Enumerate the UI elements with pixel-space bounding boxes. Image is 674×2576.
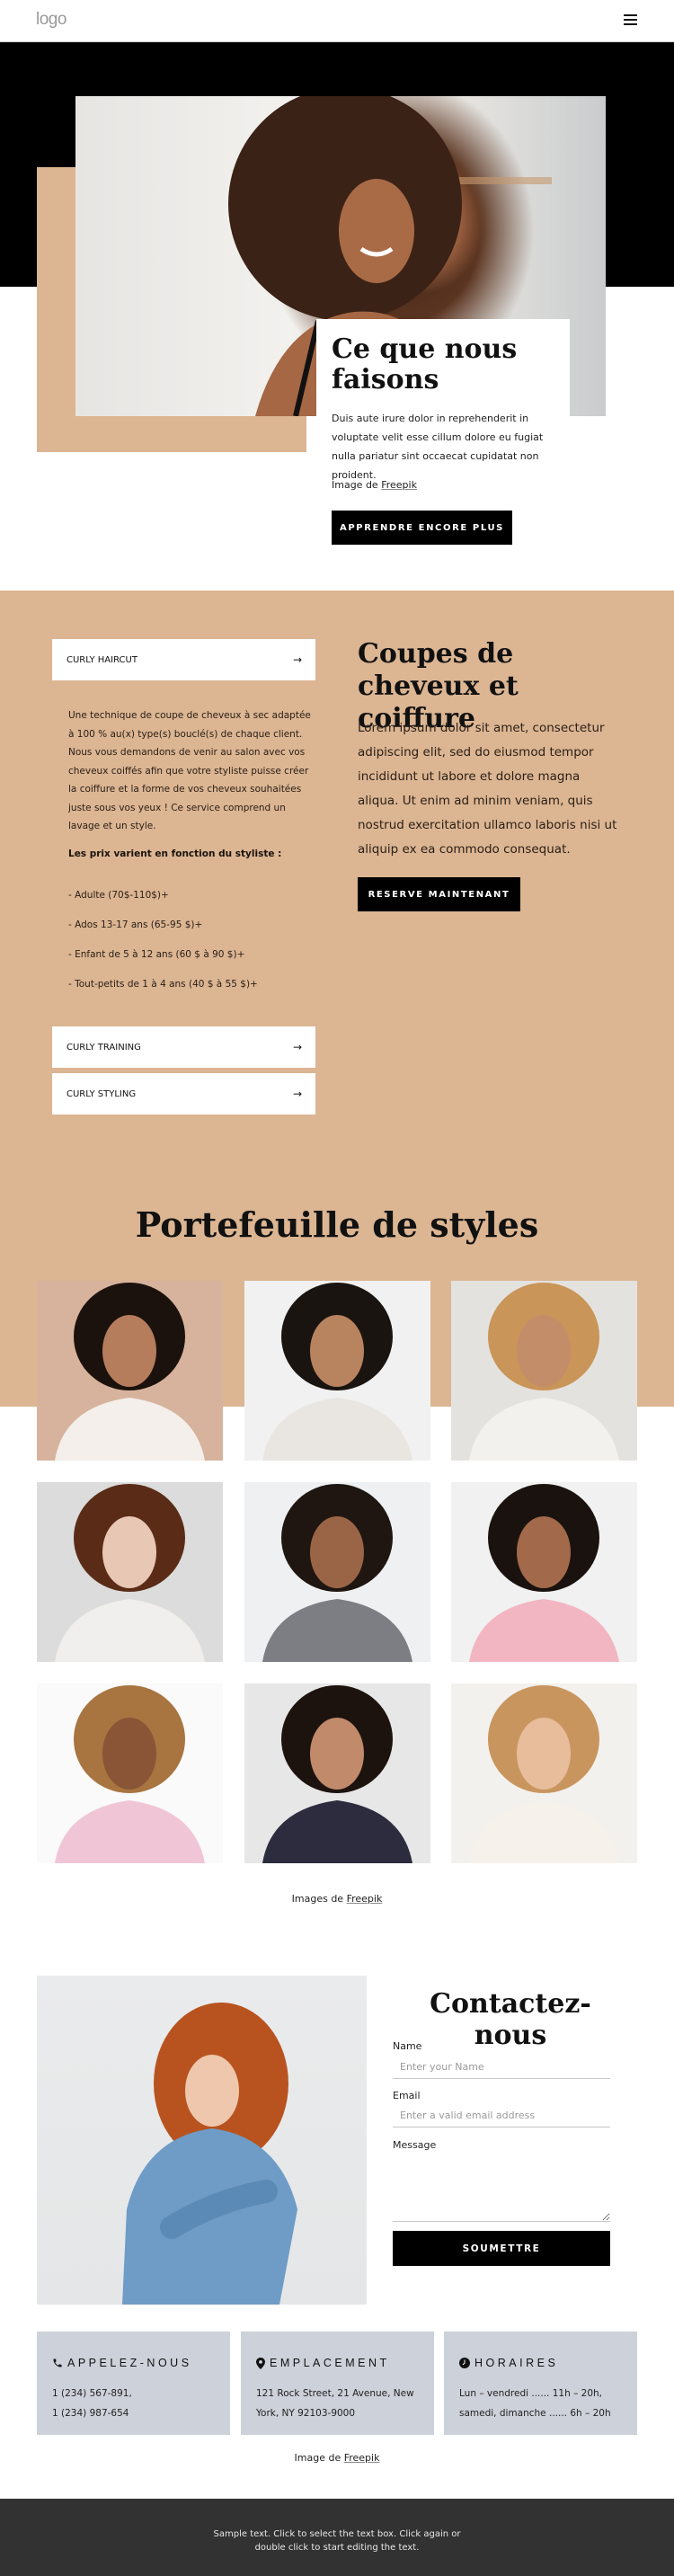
portfolio-tile[interactable] bbox=[451, 1281, 637, 1461]
portfolio-image-credit: Images de Freepik bbox=[0, 1893, 674, 1905]
portfolio-tile[interactable] bbox=[244, 1281, 430, 1461]
info-line: Lun – vendredi ...... 11h – 20h, bbox=[459, 2388, 603, 2399]
service-label: CURLY STYLING bbox=[67, 1088, 137, 1099]
menu-bar bbox=[624, 23, 637, 25]
portfolio-tile[interactable] bbox=[37, 1683, 223, 1863]
portrait-illustration bbox=[244, 1281, 430, 1461]
face bbox=[339, 179, 414, 283]
arrow-right-icon: → bbox=[292, 1041, 302, 1053]
portrait-illustration bbox=[37, 1281, 223, 1461]
learn-more-button[interactable]: APPRENDRE ENCORE PLUS bbox=[332, 511, 512, 545]
freepik-link[interactable]: Freepik bbox=[347, 1893, 383, 1905]
price-item: - Ados 13-17 ans (65-95 $)+ bbox=[68, 919, 203, 930]
portfolio-tile[interactable] bbox=[451, 1482, 637, 1662]
portrait-illustration bbox=[37, 1482, 223, 1662]
info-line: samedi, dimanche ...... 6h – 20h bbox=[459, 2408, 611, 2419]
portfolio-tile[interactable] bbox=[244, 1683, 430, 1863]
phone-icon bbox=[53, 2358, 62, 2367]
arrow-right-icon: → bbox=[292, 653, 302, 666]
portrait-illustration bbox=[244, 1482, 430, 1662]
email-label: Email bbox=[393, 2090, 421, 2101]
price-item: - Adulte (70$-110$)+ bbox=[68, 890, 169, 901]
hamburger-menu-icon[interactable] bbox=[624, 14, 637, 26]
book-now-button[interactable]: RESERVE MAINTENANT bbox=[358, 877, 520, 911]
credit-prefix: Image de bbox=[294, 2452, 344, 2464]
site-header bbox=[0, 0, 674, 42]
message-label: Message bbox=[393, 2139, 437, 2151]
portrait-illustration bbox=[244, 1683, 430, 1863]
name-label: Name bbox=[393, 2040, 422, 2052]
about-title: Ce que nous faisons bbox=[332, 333, 518, 395]
portfolio-tile[interactable] bbox=[37, 1482, 223, 1662]
clock-icon bbox=[459, 2358, 470, 2368]
portfolio-tile[interactable] bbox=[451, 1683, 637, 1863]
price-item: - Enfant de 5 à 12 ans (60 $ à 90 $)+ bbox=[68, 949, 245, 960]
portfolio-tile[interactable] bbox=[244, 1482, 430, 1662]
contact-image-credit: Image de Freepik bbox=[0, 2452, 674, 2464]
service-curly-styling[interactable]: CURLY STYLING → bbox=[52, 1073, 315, 1115]
portrait-illustration bbox=[451, 1683, 637, 1863]
footer-line: double click to start editing the text. bbox=[254, 2543, 420, 2553]
service-curly-haircut[interactable]: CURLY HAIRCUT → bbox=[52, 639, 315, 680]
info-title: HORAIRES bbox=[474, 2357, 559, 2369]
face bbox=[185, 2055, 239, 2127]
info-card-phone: APPELEZ-NOUS 1 (234) 567-891, 1 (234) 98… bbox=[37, 2332, 230, 2435]
info-line: 121 Rock Street, 21 Avenue, New bbox=[256, 2388, 414, 2399]
logo[interactable]: logo bbox=[36, 10, 67, 30]
services-text: Lorem ipsum dolor sit amet, consectetur … bbox=[358, 721, 617, 857]
service-label: CURLY HAIRCUT bbox=[67, 654, 137, 665]
portrait-illustration bbox=[451, 1482, 637, 1662]
message-textarea[interactable] bbox=[393, 2157, 610, 2222]
service-label: CURLY TRAINING bbox=[67, 1042, 141, 1053]
contact-title: Contactez-nous bbox=[430, 1988, 591, 2051]
email-input[interactable] bbox=[393, 2104, 610, 2127]
service-description: Une technique de coupe de cheveux à sec … bbox=[68, 710, 311, 831]
info-line: 1 (234) 567-891, bbox=[52, 2388, 132, 2399]
prices-heading: Les prix varient en fonction du styliste… bbox=[68, 848, 282, 859]
footer-text[interactable]: Sample text. Click to select the text bo… bbox=[0, 2527, 674, 2554]
credit-prefix: Images de bbox=[291, 1893, 347, 1905]
footer-line: Sample text. Click to select the text bo… bbox=[213, 2529, 461, 2539]
service-curly-training[interactable]: CURLY TRAINING → bbox=[52, 1026, 315, 1068]
info-title: EMPLACEMENT bbox=[270, 2357, 390, 2369]
info-title: APPELEZ-NOUS bbox=[67, 2357, 192, 2369]
about-text: Duis aute irure dolor in reprehenderit i… bbox=[332, 413, 544, 481]
arrow-right-icon: → bbox=[292, 1088, 302, 1100]
portrait-illustration bbox=[37, 1683, 223, 1863]
credit-prefix: Image de bbox=[332, 479, 382, 491]
menu-bar bbox=[624, 19, 637, 21]
freepik-link[interactable]: Freepik bbox=[344, 2452, 380, 2464]
freepik-link[interactable]: Freepik bbox=[381, 479, 417, 491]
map-pin-icon bbox=[256, 2357, 265, 2369]
price-item: - Tout-petits de 1 à 4 ans (40 $ à 55 $)… bbox=[68, 979, 258, 990]
portfolio-title: Portefeuille de styles bbox=[135, 1204, 539, 1245]
contact-photo-illustration bbox=[122, 2003, 297, 2305]
menu-bar bbox=[624, 14, 637, 16]
info-line: York, NY 92103-9000 bbox=[256, 2408, 356, 2419]
portfolio-tile[interactable] bbox=[37, 1281, 223, 1461]
contact-photo bbox=[37, 1976, 367, 2305]
info-card-location: EMPLACEMENT 121 Rock Street, 21 Avenue, … bbox=[241, 2332, 434, 2435]
info-card-hours: HORAIRES Lun – vendredi ...... 11h – 20h… bbox=[444, 2332, 637, 2435]
portrait-illustration bbox=[451, 1281, 637, 1461]
info-line: 1 (234) 987-654 bbox=[52, 2408, 129, 2419]
submit-button[interactable]: SOUMETTRE bbox=[393, 2231, 610, 2266]
hero-image-credit: Image de Freepik bbox=[332, 479, 417, 491]
name-input[interactable] bbox=[393, 2056, 610, 2079]
